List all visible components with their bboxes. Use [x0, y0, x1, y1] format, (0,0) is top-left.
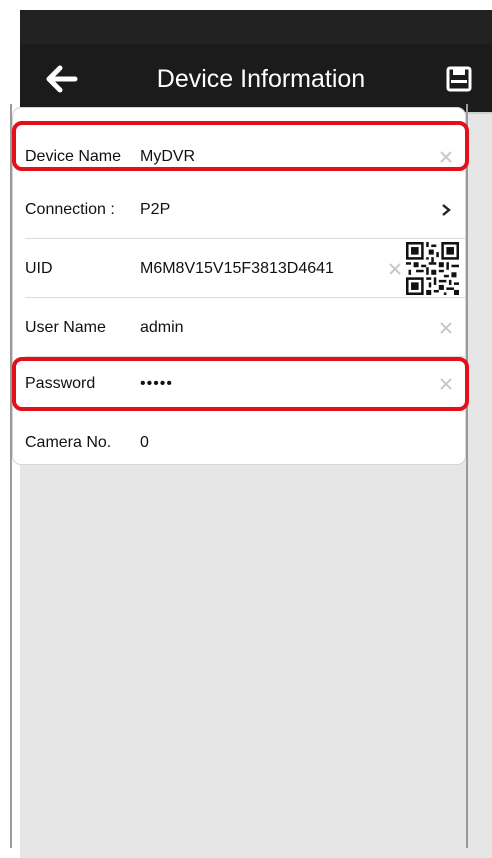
status-bar: [20, 10, 492, 44]
camera-no-label: Camera No.: [25, 433, 112, 451]
uid-row[interactable]: UID M6M8V15V15F3813D4641: [13, 239, 465, 298]
camera-no-row[interactable]: Camera No. 0: [13, 413, 465, 472]
user-name-label: User Name: [25, 318, 106, 336]
connection-label: Connection :: [25, 200, 115, 218]
clear-icon[interactable]: [439, 321, 453, 335]
save-button[interactable]: [444, 64, 474, 94]
device-name-highlight: [12, 121, 469, 171]
clear-icon[interactable]: [388, 262, 402, 276]
camera-no-value[interactable]: 0: [140, 434, 149, 452]
user-name-value[interactable]: admin: [140, 319, 184, 337]
user-name-row[interactable]: User Name admin: [13, 298, 465, 357]
page-title: Device Information: [156, 65, 366, 93]
floppy-disk-icon: [446, 66, 472, 92]
connection-row[interactable]: Connection : P2P: [13, 180, 465, 239]
chevron-right-icon[interactable]: [439, 203, 453, 217]
uid-value[interactable]: M6M8V15V15F3813D4641: [140, 260, 334, 278]
qr-code-icon[interactable]: [406, 242, 459, 295]
password-highlight: [12, 357, 469, 411]
connection-value: P2P: [140, 200, 171, 218]
uid-label: UID: [25, 259, 53, 277]
